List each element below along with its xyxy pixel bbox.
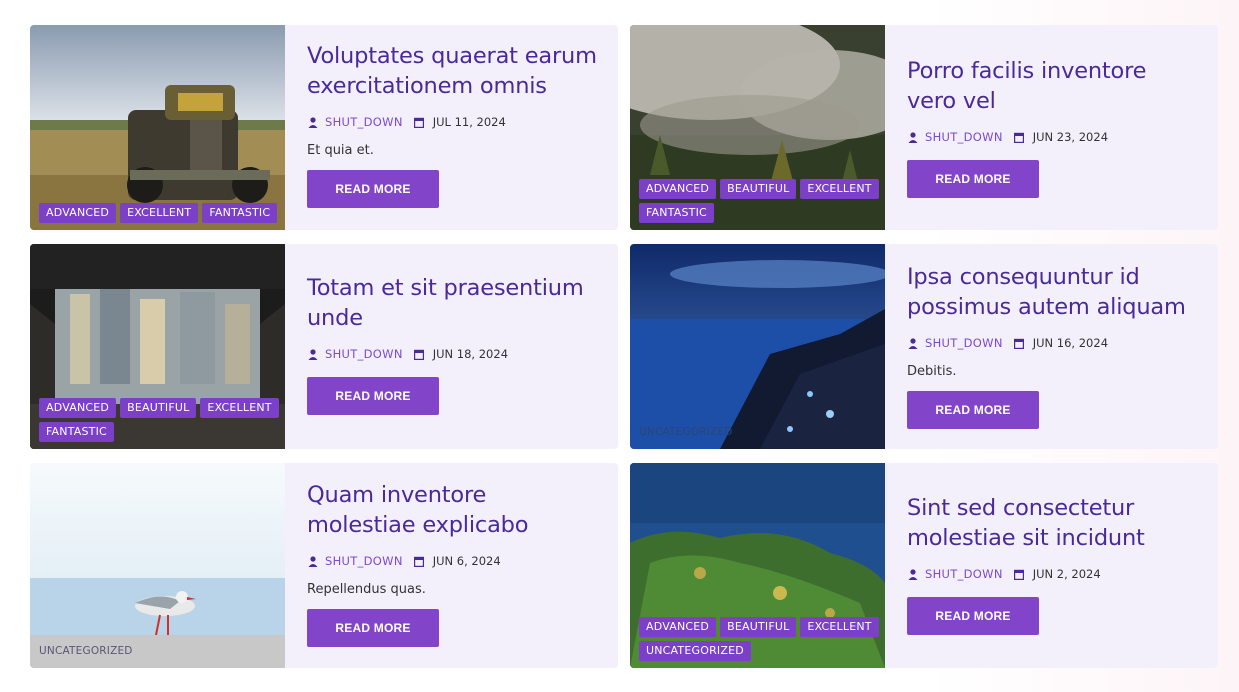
tag-excellent[interactable]: EXCELLENT	[800, 179, 879, 199]
post-meta: SHUT_DOWN JUN 16, 2024	[907, 336, 1200, 350]
tag-uncategorized[interactable]: UNCATEGORIZED	[39, 641, 133, 661]
post-date: JUN 16, 2024	[1032, 336, 1109, 350]
tag-advanced[interactable]: ADVANCED	[639, 617, 717, 637]
post-thumbnail[interactable]: ADVANCED BEAUTIFUL EXCELLENT UNCATEGORIZ…	[630, 463, 885, 668]
rusty-truck-image	[30, 25, 285, 230]
post-thumbnail[interactable]: ADVANCED EXCELLENT FANTASTIC	[30, 25, 285, 230]
post-body: Totam et sit praesentium unde SHUT_DOWN …	[307, 244, 600, 449]
post-card: ADVANCED BEAUTIFUL EXCELLENT FANTASTIC P…	[630, 25, 1218, 230]
read-more-button[interactable]: READ MORE	[307, 377, 439, 415]
post-card: UNCATEGORIZED Ipsa consequuntur id possi…	[630, 244, 1218, 449]
post-meta: SHUT_DOWN JUN 23, 2024	[907, 130, 1200, 144]
post-thumbnail[interactable]: ADVANCED BEAUTIFUL EXCELLENT FANTASTIC	[30, 244, 285, 449]
calendar-icon	[413, 348, 425, 360]
post-title[interactable]: Quam inventore molestiae explicabo	[307, 480, 600, 540]
post-meta: SHUT_DOWN JUN 2, 2024	[907, 567, 1200, 581]
post-thumbnail[interactable]: UNCATEGORIZED	[630, 244, 885, 449]
post-card: ADVANCED BEAUTIFUL EXCELLENT UNCATEGORIZ…	[630, 463, 1218, 668]
tag-uncategorized[interactable]: UNCATEGORIZED	[639, 641, 751, 661]
post-body: Quam inventore molestiae explicabo SHUT_…	[307, 463, 600, 668]
post-author[interactable]: SHUT_DOWN	[925, 336, 1003, 350]
tag-list: ADVANCED BEAUTIFUL EXCELLENT FANTASTIC	[39, 398, 285, 442]
post-meta: SHUT_DOWN JUL 11, 2024	[307, 115, 600, 129]
post-date: JUN 23, 2024	[1032, 130, 1109, 144]
post-title[interactable]: Sint sed consectetur molestiae sit incid…	[907, 493, 1200, 553]
tag-fantastic[interactable]: FANTASTIC	[202, 203, 278, 223]
tag-beautiful[interactable]: BEAUTIFUL	[720, 617, 797, 637]
calendar-icon	[413, 116, 425, 128]
tag-list: ADVANCED BEAUTIFUL EXCELLENT FANTASTIC	[639, 179, 885, 223]
user-icon	[307, 555, 319, 567]
tag-excellent[interactable]: EXCELLENT	[200, 398, 279, 418]
read-more-button[interactable]: READ MORE	[907, 160, 1039, 198]
post-title[interactable]: Totam et sit praesentium unde	[307, 273, 600, 333]
post-grid: ADVANCED EXCELLENT FANTASTIC Voluptates …	[0, 0, 1239, 692]
user-icon	[907, 568, 919, 580]
post-author[interactable]: SHUT_DOWN	[325, 554, 403, 568]
calendar-icon	[413, 555, 425, 567]
tag-beautiful[interactable]: BEAUTIFUL	[120, 398, 197, 418]
tag-advanced[interactable]: ADVANCED	[639, 179, 717, 199]
read-more-button[interactable]: READ MORE	[307, 609, 439, 647]
post-thumbnail[interactable]: ADVANCED BEAUTIFUL EXCELLENT FANTASTIC	[630, 25, 885, 230]
post-author[interactable]: SHUT_DOWN	[325, 115, 403, 129]
post-date: JUN 2, 2024	[1032, 567, 1101, 581]
post-author[interactable]: SHUT_DOWN	[325, 347, 403, 361]
post-date: JUN 6, 2024	[432, 554, 501, 568]
post-card: ADVANCED EXCELLENT FANTASTIC Voluptates …	[30, 25, 618, 230]
post-author[interactable]: SHUT_DOWN	[925, 567, 1003, 581]
post-excerpt: Debitis.	[907, 364, 957, 379]
blue-lake-shore-image	[630, 244, 885, 449]
tag-fantastic[interactable]: FANTASTIC	[39, 422, 114, 442]
post-date: JUL 11, 2024	[432, 115, 506, 129]
tag-fantastic[interactable]: FANTASTIC	[639, 203, 714, 223]
post-meta: SHUT_DOWN JUN 18, 2024	[307, 347, 600, 361]
calendar-icon	[1013, 568, 1025, 580]
user-icon	[307, 348, 319, 360]
post-card: UNCATEGORIZED Quam inventore molestiae e…	[30, 463, 618, 668]
post-card: ADVANCED BEAUTIFUL EXCELLENT FANTASTIC T…	[30, 244, 618, 449]
post-thumbnail[interactable]: UNCATEGORIZED	[30, 463, 285, 668]
tag-advanced[interactable]: ADVANCED	[39, 203, 117, 223]
post-title[interactable]: Porro facilis inventore vero vel	[907, 56, 1200, 116]
tag-beautiful[interactable]: BEAUTIFUL	[720, 179, 797, 199]
tag-uncategorized[interactable]: UNCATEGORIZED	[639, 422, 733, 442]
post-excerpt: Repellendus quas.	[307, 582, 426, 597]
post-body: Porro facilis inventore vero vel SHUT_DO…	[907, 25, 1200, 230]
tag-list: ADVANCED EXCELLENT FANTASTIC	[39, 203, 285, 223]
read-more-button[interactable]: READ MORE	[307, 170, 439, 208]
tag-excellent[interactable]: EXCELLENT	[800, 617, 879, 637]
tag-excellent[interactable]: EXCELLENT	[120, 203, 199, 223]
tag-list: ADVANCED BEAUTIFUL EXCELLENT UNCATEGORIZ…	[639, 617, 885, 661]
post-excerpt: Et quia et.	[307, 143, 374, 158]
tag-list: UNCATEGORIZED	[639, 422, 885, 442]
user-icon	[907, 337, 919, 349]
tag-list: UNCATEGORIZED	[39, 641, 285, 661]
tag-advanced[interactable]: ADVANCED	[39, 398, 117, 418]
post-title[interactable]: Ipsa consequuntur id possimus autem aliq…	[907, 262, 1200, 322]
post-body: Ipsa consequuntur id possimus autem aliq…	[907, 244, 1200, 449]
read-more-button[interactable]: READ MORE	[907, 391, 1039, 429]
post-body: Sint sed consectetur molestiae sit incid…	[907, 463, 1200, 668]
post-meta: SHUT_DOWN JUN 6, 2024	[307, 554, 600, 568]
post-date: JUN 18, 2024	[432, 347, 509, 361]
post-title[interactable]: Voluptates quaerat earum exercitationem …	[307, 41, 600, 101]
read-more-button[interactable]: READ MORE	[907, 597, 1039, 635]
post-body: Voluptates quaerat earum exercitationem …	[307, 25, 600, 230]
calendar-icon	[1013, 337, 1025, 349]
post-author[interactable]: SHUT_DOWN	[925, 130, 1003, 144]
user-icon	[307, 116, 319, 128]
seagull-image	[30, 463, 285, 668]
calendar-icon	[1013, 131, 1025, 143]
user-icon	[907, 131, 919, 143]
